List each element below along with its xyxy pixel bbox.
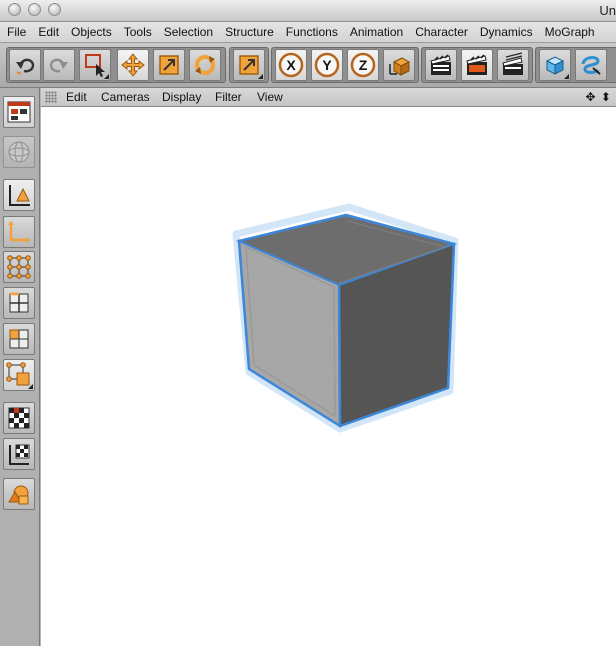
model-mode-icon — [9, 185, 30, 206]
world-coordinate-icon — [389, 57, 411, 76]
render-picture-viewer-button[interactable] — [461, 49, 493, 81]
coordinate-system-button[interactable] — [383, 49, 415, 81]
menu-character[interactable]: Character — [409, 25, 474, 39]
render-settings-icon — [502, 52, 523, 75]
x-axis-icon: X — [278, 52, 304, 78]
x-axis-label: X — [286, 57, 296, 73]
use-camera-button[interactable] — [3, 96, 35, 128]
cube-object[interactable] — [232, 203, 459, 433]
polygons-mode-button[interactable] — [3, 323, 35, 355]
viewport[interactable] — [41, 107, 616, 646]
y-axis-toggle[interactable]: Y — [311, 49, 343, 81]
y-axis-icon: Y — [314, 52, 340, 78]
z-axis-toggle[interactable]: Z — [347, 49, 379, 81]
points-icon — [7, 255, 31, 279]
polygons-icon — [9, 329, 29, 349]
scale-tool-button[interactable] — [153, 49, 185, 81]
menu-tools[interactable]: Tools — [118, 25, 158, 39]
menu-selection[interactable]: Selection — [158, 25, 219, 39]
cube-primitive-button[interactable] — [539, 49, 571, 81]
texture-mode-button[interactable] — [3, 402, 35, 434]
live-selection-button[interactable] — [79, 49, 111, 81]
toolbar: X Y Z — [0, 43, 616, 88]
undo-icon — [16, 58, 35, 75]
last-tool-button[interactable] — [233, 49, 265, 81]
viewport-menu-display[interactable]: Display — [162, 90, 201, 104]
spline-pen-icon — [581, 56, 601, 75]
redo-icon — [49, 58, 68, 73]
menu-objects[interactable]: Objects — [65, 25, 118, 39]
move-tool-button[interactable] — [117, 49, 149, 81]
checker-icon — [8, 407, 30, 429]
viewport-menu-edit[interactable]: Edit — [66, 90, 87, 104]
viewport-navigation-icon[interactable]: ✥ ⬍ — [586, 90, 612, 104]
menu-structure[interactable]: Structure — [219, 25, 280, 39]
menu-functions[interactable]: Functions — [280, 25, 344, 39]
menu-dynamics[interactable]: Dynamics — [474, 25, 539, 39]
uvw-mode-button[interactable] — [3, 359, 35, 391]
minimize-window-button[interactable] — [28, 3, 41, 16]
z-axis-label: Z — [359, 57, 368, 73]
viewport-menu-view[interactable]: View — [257, 90, 283, 104]
x-axis-toggle[interactable]: X — [275, 49, 307, 81]
zoom-window-button[interactable] — [48, 3, 61, 16]
z-axis-icon: Z — [350, 52, 376, 78]
rotate-icon — [195, 55, 215, 75]
edges-icon — [9, 292, 29, 313]
viewport-scene — [232, 203, 459, 433]
primitives-icon — [8, 485, 29, 505]
move-icon — [121, 53, 145, 77]
viewport-menu-filter[interactable]: Filter — [215, 90, 242, 104]
render-view-button[interactable] — [425, 49, 457, 81]
object-axis-button[interactable] — [3, 216, 35, 248]
render-settings-button[interactable] — [497, 49, 529, 81]
title-bar: Un — [0, 0, 616, 22]
viewport-menu-cameras[interactable]: Cameras — [101, 90, 150, 104]
texture-axis-icon — [9, 444, 30, 465]
scale-icon — [159, 55, 179, 75]
clapperboard-icon — [466, 54, 487, 75]
mode-palette — [0, 88, 40, 646]
y-axis-label: Y — [322, 57, 332, 73]
menu-mograph[interactable]: MoGraph — [539, 25, 601, 39]
texture-axis-button[interactable] — [3, 438, 35, 470]
close-window-button[interactable] — [8, 3, 21, 16]
window-title: Un — [599, 3, 616, 18]
viewport-grip-handle[interactable] — [45, 91, 57, 103]
undo-button[interactable] — [9, 49, 41, 81]
layout-icon — [7, 101, 31, 123]
menu-file[interactable]: File — [0, 25, 32, 39]
globe-icon — [8, 141, 30, 163]
points-mode-button[interactable] — [3, 251, 35, 283]
redo-button[interactable] — [43, 49, 75, 81]
sculpt-mode-button[interactable] — [3, 478, 35, 510]
rotate-tool-button[interactable] — [189, 49, 221, 81]
menu-edit[interactable]: Edit — [32, 25, 65, 39]
menu-animation[interactable]: Animation — [344, 25, 409, 39]
viewport-menu-bar: Edit Cameras Display Filter View ✥ ⬍ — [41, 88, 616, 107]
edges-mode-button[interactable] — [3, 287, 35, 319]
axis-icon — [8, 221, 30, 243]
menu-bar: File Edit Objects Tools Selection Struct… — [0, 22, 616, 43]
model-mode-button[interactable] — [3, 179, 35, 211]
camera-sphere-button[interactable] — [3, 136, 35, 168]
clapperboard-icon — [430, 54, 451, 75]
spline-pen-button[interactable] — [575, 49, 607, 81]
